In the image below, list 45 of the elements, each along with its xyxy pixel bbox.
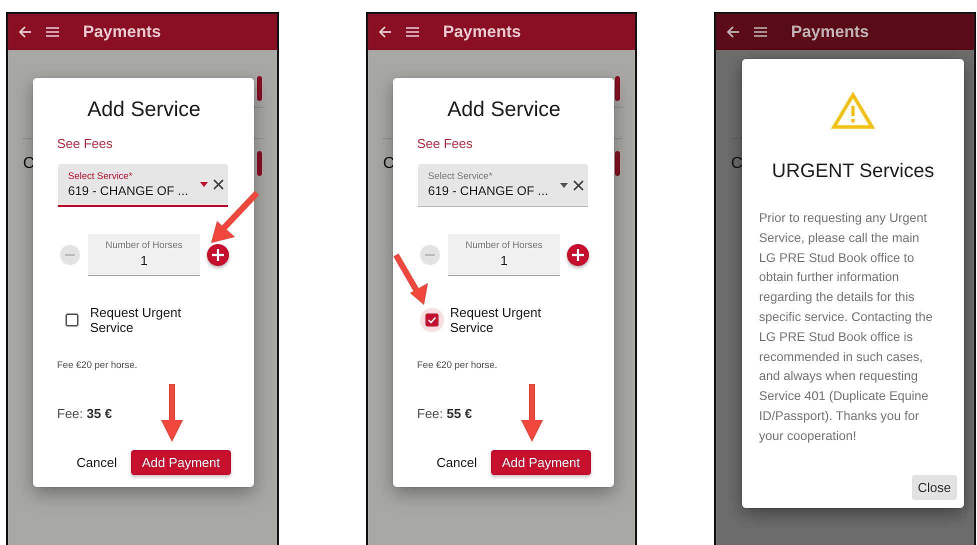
increment-button[interactable] (207, 244, 229, 266)
menu-icon[interactable] (754, 27, 767, 37)
minus-icon (425, 254, 435, 256)
background-label: C (383, 154, 395, 172)
dialog-title: Add Service (87, 97, 201, 123)
background-label: C (23, 154, 35, 172)
horses-field[interactable]: Number of Horses 1 (88, 234, 200, 276)
dialog-title: Add Service (447, 97, 561, 123)
caret-icon (560, 182, 568, 188)
back-icon[interactable] (18, 26, 32, 38)
app-title: Payments (791, 22, 869, 42)
fee-note: Fee €20 per horse. (57, 360, 138, 372)
plus-icon (212, 249, 224, 261)
menu-icon[interactable] (46, 27, 59, 37)
fee-note: Fee €20 per horse. (417, 360, 498, 372)
urgent-checkbox[interactable] (420, 308, 444, 332)
dialog-title: URGENT Services (772, 159, 934, 183)
warning-icon (831, 92, 875, 130)
back-icon[interactable] (726, 26, 740, 38)
checkbox-label: Request Urgent Service (450, 305, 542, 335)
service-select[interactable]: Select Service* 619 - CHANGE OF ... (418, 164, 588, 207)
increment-button[interactable] (567, 244, 589, 266)
clear-icon[interactable] (573, 180, 584, 190)
back-icon[interactable] (378, 26, 392, 38)
app-title: Payments (83, 22, 161, 42)
service-select[interactable]: Select Service* 619 - CHANGE OF ... (58, 164, 228, 207)
see-fees-link[interactable]: See Fees (417, 136, 473, 152)
close-button[interactable]: Close (912, 475, 957, 500)
cancel-button[interactable]: Cancel (72, 451, 121, 474)
app-title: Payments (443, 22, 521, 42)
menu-icon[interactable] (406, 27, 419, 37)
see-fees-link[interactable]: See Fees (57, 136, 113, 152)
cancel-button[interactable]: Cancel (432, 451, 481, 474)
add-payment-button[interactable]: Add Payment (490, 450, 591, 475)
dialog-message: Prior to requesting any Urgent Service, please call the main LG PRE Stud Book office to obtain further information regarding the details for this specific service. Contacting the LG PRE Stud Book office is recommended in such cases, and always when requesting Service 401 (Duplicate Equine ID/Passport). Thanks you for your cooperation! (759, 210, 934, 445)
horses-field[interactable]: Number of Horses 1 (448, 234, 560, 276)
checkbox-label: Request Urgent Service (90, 305, 182, 335)
fee-total: Fee: 55 € (417, 406, 472, 422)
add-payment-button[interactable]: Add Payment (130, 450, 231, 475)
minus-icon (65, 254, 75, 256)
plus-icon (572, 249, 584, 261)
background-label: C (731, 154, 743, 172)
clear-icon[interactable] (213, 179, 224, 190)
fee-total: Fee: 35 € (57, 406, 112, 422)
caret-icon (200, 182, 208, 187)
